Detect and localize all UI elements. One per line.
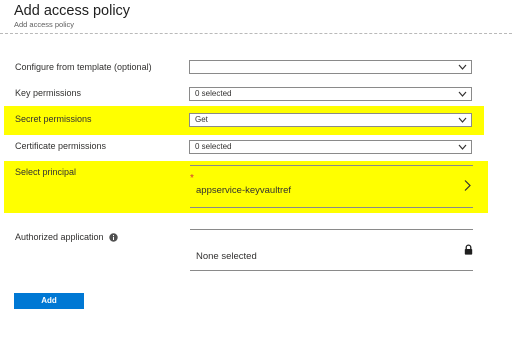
- principal-bottom-border: [190, 207, 473, 208]
- add-button[interactable]: Add: [14, 293, 84, 309]
- chevron-down-icon: [458, 117, 467, 123]
- secret-permissions-label: Secret permissions: [15, 114, 92, 124]
- certificate-permissions-label: Certificate permissions: [15, 141, 107, 151]
- key-permissions-value: 0 selected: [195, 89, 232, 98]
- certificate-permissions-value: 0 selected: [195, 142, 232, 151]
- header-divider: [0, 33, 512, 34]
- select-principal-label: Select principal: [15, 167, 77, 177]
- lock-icon: [464, 244, 473, 255]
- secret-permissions-dropdown[interactable]: Get: [189, 113, 472, 127]
- principal-top-border: [190, 165, 473, 166]
- key-permissions-label: Key permissions: [15, 88, 82, 98]
- template-label: Configure from template (optional): [15, 62, 152, 72]
- authorized-app-bottom-border: [190, 270, 473, 271]
- authorized-application-value: None selected: [196, 251, 257, 262]
- secret-permissions-value: Get: [195, 115, 208, 124]
- chevron-down-icon: [458, 91, 467, 97]
- page-subtitle: Add access policy: [14, 20, 75, 29]
- info-icon[interactable]: [109, 233, 118, 242]
- authorized-app-top-border: [190, 229, 473, 230]
- key-permissions-dropdown[interactable]: 0 selected: [189, 87, 472, 101]
- principal-value[interactable]: appservice-keyvaultref: [196, 185, 291, 196]
- chevron-down-icon: [458, 64, 467, 70]
- required-asterisk: *: [190, 173, 194, 184]
- chevron-down-icon: [458, 144, 467, 150]
- chevron-right-icon[interactable]: [462, 179, 472, 192]
- certificate-permissions-dropdown[interactable]: 0 selected: [189, 140, 472, 154]
- template-dropdown[interactable]: [189, 60, 472, 74]
- page-title: Add access policy: [14, 3, 131, 19]
- authorized-application-label: Authorized application: [15, 232, 104, 242]
